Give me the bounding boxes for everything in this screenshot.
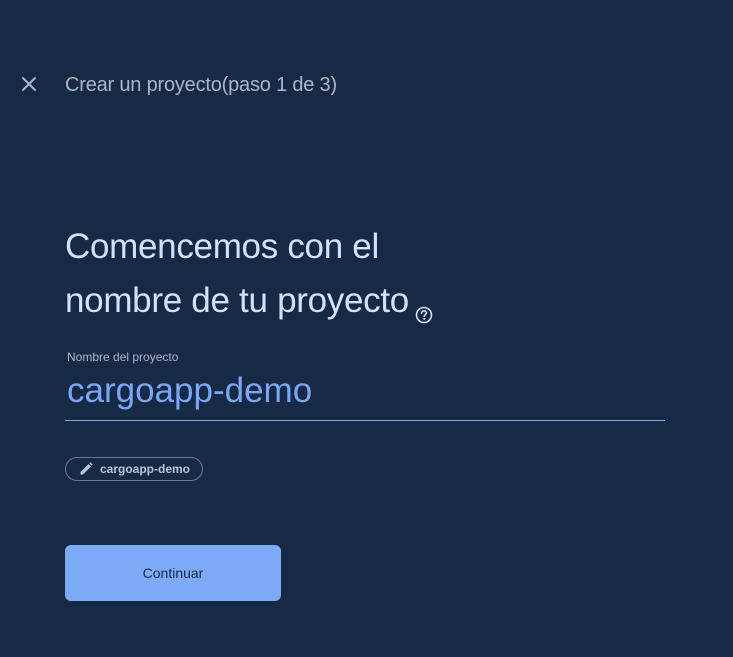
project-id-label: cargoapp-demo: [100, 462, 191, 476]
page-title: Crear un proyecto(paso 1 de 3): [65, 74, 337, 96]
close-button[interactable]: [15, 72, 43, 100]
project-name-underline: [65, 420, 665, 421]
continue-button[interactable]: Continuar: [65, 545, 281, 601]
heading-line-1: Comencemos con el: [65, 227, 379, 266]
main-heading: Comencemos con el nombre de tu proyecto: [65, 220, 665, 328]
create-project-page: Crear un proyecto(paso 1 de 3) Comencemo…: [0, 0, 733, 657]
heading-line-2: nombre de tu proyecto: [65, 281, 409, 320]
project-name-input[interactable]: [65, 368, 665, 414]
close-icon: [20, 75, 38, 98]
pencil-icon: [78, 461, 94, 477]
project-name-label: Nombre del proyecto: [67, 350, 179, 364]
project-id-chip[interactable]: cargoapp-demo: [65, 457, 204, 481]
help-circle-icon[interactable]: [415, 286, 433, 324]
project-name-field: Nombre del proyecto: [65, 348, 665, 421]
page-header: Crear un proyecto(paso 1 de 3): [0, 66, 733, 106]
